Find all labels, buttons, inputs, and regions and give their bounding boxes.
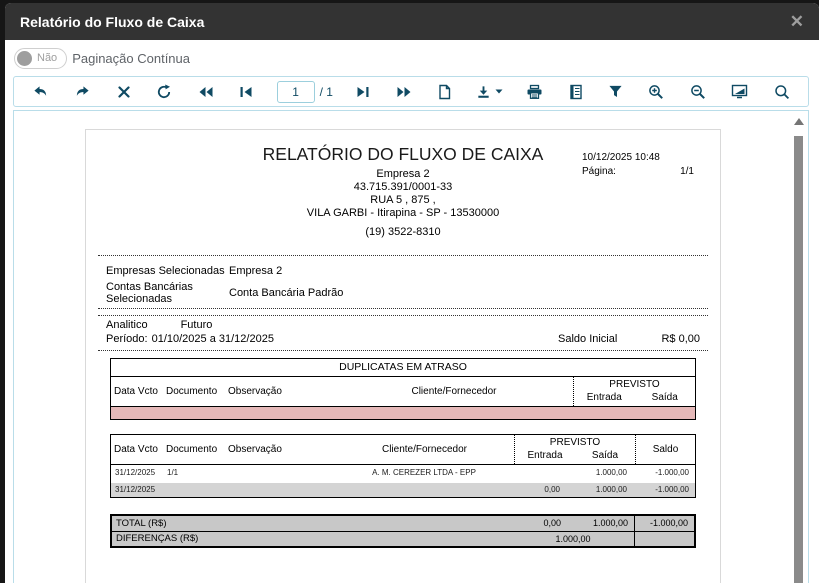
divider [98,308,708,309]
subtotal-saldo: -1.000,00 [635,485,695,494]
scrollbar-thumb[interactable] [794,136,803,583]
total-saida: 1.000,00 [573,518,634,528]
viewer-scrollbar[interactable] [793,116,804,583]
initial-balance-value: R$ 0,00 [638,333,700,345]
download-caret-icon [495,89,503,94]
cell-documento: 1/1 [163,468,225,477]
subtotal-row: 31/12/2025 0,00 1.000,00 -1.000,00 [111,481,695,497]
page-navigation: / 1 [277,81,333,103]
toggle-knob-icon [17,51,32,66]
report-filters: Empresas Selecionadas Empresa 2 Contas B… [98,256,708,308]
differences-label: DIFERENÇAS (R$) [112,533,512,544]
period-label: Período: [106,333,148,345]
totals-table: TOTAL (R$) 0,00 1.000,00 -1.000,00 DIFER… [110,514,696,548]
report-header: RELATÓRIO DO FLUXO DE CAIXA Empresa 2 43… [98,144,708,238]
differences-value: 1.000,00 [512,534,634,544]
divider [98,350,708,351]
page-total-label: / 1 [320,85,333,99]
forecast-table: Data Vcto Documento Observação Cliente/F… [110,434,696,498]
cell-saida: 1.000,00 [574,468,635,477]
col-header-saldo: Saldo [636,435,695,464]
fast-forward-icon[interactable] [394,84,414,100]
modal-title: Relatório do Fluxo de Caixa [20,14,204,30]
company-address-line2: VILA GARBI - Itirapina - SP - 13530000 [98,207,708,220]
previsto-group-header: PREVISTO [574,377,695,390]
pagination-toggle-label: Paginação Contínua [72,51,190,66]
report-modal: Relatório do Fluxo de Caixa ✕ Não Pagina… [5,3,819,583]
cell-data-vcto: 31/12/2025 [111,468,163,477]
initial-balance-label: Saldo Inicial [558,333,638,345]
continuous-pagination-toggle[interactable]: Não [14,48,67,69]
first-page-icon[interactable] [237,84,255,100]
zoom-in-icon[interactable] [646,82,666,102]
download-button[interactable] [476,84,503,99]
companies-label: Empresas Selecionadas [106,265,229,277]
col-header-observacao: Observação [225,435,335,464]
company-cnpj: 43.715.391/0001-33 [98,181,708,194]
blank-page-icon[interactable] [435,82,454,102]
close-icon[interactable]: ✕ [790,13,804,30]
differences-saldo [634,532,694,546]
companies-value: Empresa 2 [229,265,282,277]
print-icon[interactable] [524,82,545,102]
overdue-table-title: DUPLICATAS EM ATRASO [111,359,695,377]
refresh-icon[interactable] [154,82,174,102]
undo-arrow-icon[interactable] [30,82,51,101]
document-viewer: RELATÓRIO DO FLUXO DE CAIXA Empresa 2 43… [13,110,809,583]
total-entrada: 0,00 [512,518,573,528]
search-icon[interactable] [772,82,792,102]
cancel-x-icon[interactable] [115,83,133,101]
overdue-table: DUPLICATAS EM ATRASO Data Vcto Documento… [110,358,696,420]
zoom-out-icon[interactable] [688,82,708,102]
total-saldo: -1.000,00 [634,516,694,531]
col-header-saida: Saída [635,392,696,403]
col-header-entrada: Entrada [574,392,635,403]
report-datetime: 10/12/2025 10:48 [582,152,694,163]
cell-saldo: -1.000,00 [635,468,695,477]
fit-screen-icon[interactable] [729,82,750,101]
col-header-cliente: Cliente/Fornecedor [335,435,514,464]
filter-funnel-icon[interactable] [606,82,625,101]
accounts-label: Contas Bancárias Selecionadas [106,281,229,305]
col-header-cliente: Cliente/Fornecedor [335,377,573,406]
pagination-toggle-row: Não Paginação Contínua [5,40,819,76]
previsto-group-header: PREVISTO [515,435,635,448]
col-header-observacao: Observação [225,377,335,406]
last-page-icon[interactable] [354,84,372,100]
col-header-entrada: Entrada [515,450,575,461]
col-header-documento: Documento [163,377,225,406]
report-params: Analitico Futuro Período: 01/10/2025 a 3… [98,316,708,350]
subtotal-data-vcto: 31/12/2025 [111,485,163,494]
col-header-documento: Documento [163,435,225,464]
subtotal-saida: 1.000,00 [574,485,635,494]
col-header-saida: Saída [575,450,635,461]
report-meta: 10/12/2025 10:48 Página: 1/1 [582,152,694,177]
differences-row: DIFERENÇAS (R$) 1.000,00 [112,531,694,546]
report-page-label: Página: [582,166,616,177]
report-page-value: 1/1 [680,166,694,177]
scroll-up-icon[interactable] [794,118,804,125]
period-value: 01/10/2025 a 31/12/2025 [152,333,274,345]
company-phone: (19) 3522-8310 [98,226,708,238]
redo-arrow-icon[interactable] [72,82,93,101]
cell-cliente: A. M. CEREZER LTDA - EPP [335,468,513,477]
viewer-toolbar: / 1 [13,76,809,107]
overdue-empty-row [111,406,695,419]
accounts-value: Conta Bancária Padrão [229,287,343,299]
company-address-line1: RUA 5 , 875 , [98,194,708,207]
rewind-icon[interactable] [196,84,216,100]
report-type-analitico: Analitico [106,319,148,331]
page-number-input[interactable] [277,81,315,103]
table-row: 31/12/2025 1/1 A. M. CEREZER LTDA - EPP … [111,464,695,481]
total-row: TOTAL (R$) 0,00 1.000,00 -1.000,00 [112,516,694,531]
report-page: RELATÓRIO DO FLUXO DE CAIXA Empresa 2 43… [85,129,721,583]
report-document-icon[interactable] [567,82,585,102]
col-header-data-vcto: Data Vcto [111,435,163,464]
report-type-futuro: Futuro [181,319,213,331]
subtotal-entrada: 0,00 [513,485,574,494]
col-header-data-vcto: Data Vcto [111,377,163,406]
toggle-state-label: Não [37,52,57,64]
total-label: TOTAL (R$) [112,518,512,529]
modal-titlebar: Relatório do Fluxo de Caixa ✕ [5,3,819,40]
